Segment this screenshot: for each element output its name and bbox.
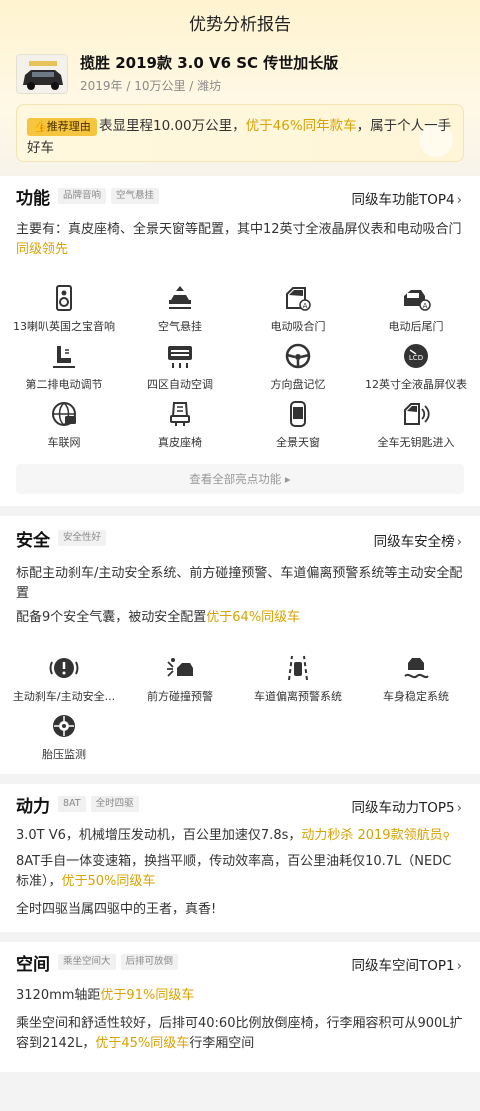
feature-item[interactable]: 空气悬挂 <box>120 284 240 334</box>
power-title: 动力 <box>16 796 50 817</box>
feature-item[interactable]: 第二排电动调节 <box>4 342 124 392</box>
safety-item[interactable]: 前方碰撞预警 <box>120 654 240 704</box>
connected-car-icon <box>49 400 79 428</box>
feature-item[interactable]: 全车无钥匙进入 <box>356 400 476 450</box>
safety-item[interactable]: 车道偏离预警系统 <box>238 654 358 704</box>
safety-item[interactable]: 胎压监测 <box>4 712 124 762</box>
panoramic-sunroof-icon <box>283 400 313 428</box>
space-title: 空间 <box>16 954 50 975</box>
car-thumbnail[interactable] <box>16 54 68 94</box>
collision-warning-icon <box>165 654 195 682</box>
feature-item[interactable]: A 电动后尾门 <box>356 284 476 334</box>
lane-departure-icon <box>283 654 313 682</box>
speaker-icon <box>49 284 79 312</box>
space-card: 空间 乘坐空间大 后排可放倒 同级车空间TOP1 › 3120mm轴距优于91%同… <box>0 942 480 1072</box>
space-desc-cargo: 乘坐空间和舒适性较好，后排可40:60比例放倒座椅，行李厢容积可从900L扩容到… <box>16 1016 463 1051</box>
feature-item[interactable]: 车联网 <box>4 400 124 450</box>
hero-header: 优势分析报告 揽胜 2019款 3.0 V6 SC 传世加长版 2019年 / … <box>0 0 480 178</box>
page-title: 优势分析报告 <box>189 15 291 35</box>
report-page: 优势分析报告 揽胜 2019款 3.0 V6 SC 传世加长版 2019年 / … <box>0 0 480 1111</box>
feature-item[interactable]: 全景天窗 <box>238 400 358 450</box>
feature-item[interactable]: 四区自动空调 <box>120 342 240 392</box>
power-seat-icon <box>49 342 79 370</box>
space-desc-wheelbase: 3120mm轴距优于91%同级车 <box>16 988 195 1003</box>
steering-wheel-icon <box>283 342 313 370</box>
feature-item[interactable]: 方向盘记忆 <box>238 342 358 392</box>
safety-title: 安全 <box>16 530 50 551</box>
svg-text:LCD: LCD <box>409 354 423 362</box>
recommend-reason-box: 表显里程10.00万公里，优于46%同年款车，属于个人一手好车 👍推荐理由 <box>16 104 464 162</box>
thumb-up-icon: 👍 <box>33 120 47 133</box>
soft-close-door-icon: A <box>283 284 313 312</box>
feature-item[interactable]: 13喇叭英国之宝音响 <box>4 284 124 334</box>
leather-seat-icon <box>165 400 195 428</box>
space-chip: 乘坐空间大 <box>58 954 116 970</box>
feature-item[interactable]: LCD 12英寸全液晶屏仪表 <box>356 342 476 392</box>
search-icon: ⚲ <box>442 831 450 842</box>
stability-control-icon <box>401 654 431 682</box>
power-chip: 8AT <box>58 796 86 812</box>
power-compare-link[interactable]: 动力秒杀 2019款领航员⚲ <box>301 828 450 843</box>
safety-chip: 安全性好 <box>58 530 107 546</box>
air-suspension-icon <box>165 284 195 312</box>
power-desc-transmission: 8AT手自一体变速箱，换挡平顺，传动效率高，百公里油耗仅10.7L（NEDC标准… <box>16 854 452 889</box>
feature-item[interactable]: A 电动吸合门 <box>238 284 358 334</box>
power-card: 动力 8AT 全时四驱 同级车动力TOP5 › 3.0T V6，机械增压发动机，百… <box>0 784 480 932</box>
safety-desc-airbags: 配备9个安全气囊，被动安全配置优于64%同级车 <box>16 610 301 625</box>
features-title: 功能 <box>16 188 50 209</box>
feature-item[interactable]: 真皮座椅 <box>120 400 240 450</box>
lcd-dashboard-icon: LCD <box>401 342 431 370</box>
power-chip: 全时四驱 <box>90 796 139 812</box>
safety-item[interactable]: 主动刹车/主动安全... <box>4 654 124 704</box>
view-all-features-button[interactable]: 查看全部亮点功能 ▸ <box>16 464 464 494</box>
features-chip: 品牌音响 <box>58 188 107 204</box>
features-rank-link[interactable]: 同级车功能TOP4 › <box>351 188 462 208</box>
recommend-reason-tag: 👍推荐理由 <box>27 118 97 136</box>
safety-card: 安全 安全性好 同级车安全榜 › 标配主动刹车/主动安全系统、前方碰撞预警、车道偏… <box>0 516 480 774</box>
active-brake-icon <box>49 654 79 682</box>
svg-text:A: A <box>303 302 308 310</box>
features-desc: 主要有：真皮座椅、全景天窗等配置，其中12英寸全液晶屏仪表和电动吸合门同级领先 <box>16 222 462 257</box>
power-desc-engine: 3.0T V6，机械增压发动机，百公里加速仅7.8s，动力秒杀 2019款领航员… <box>16 828 450 843</box>
chevron-right-icon: › <box>456 534 462 550</box>
chevron-right-icon: › <box>456 958 462 974</box>
power-tailgate-icon: A <box>401 284 431 312</box>
tire-pressure-icon <box>49 712 79 740</box>
power-rank-link[interactable]: 同级车动力TOP5 › <box>351 796 462 816</box>
chevron-right-icon: › <box>456 800 462 816</box>
power-desc-4wd: 全时四驱当属四驱中的王者，真香! <box>16 902 217 917</box>
climate-control-icon <box>165 342 195 370</box>
safety-rank-link[interactable]: 同级车安全榜 › <box>374 530 462 550</box>
space-chip: 后排可放倒 <box>120 954 179 970</box>
keyless-entry-icon <box>401 400 431 428</box>
svg-text:A: A <box>423 302 428 310</box>
chevron-right-icon: › <box>456 192 462 208</box>
space-rank-link[interactable]: 同级车空间TOP1 › <box>351 954 462 974</box>
car-meta: 2019年 / 10万公里 / 潍坊 <box>80 79 222 93</box>
car-name: 揽胜 2019款 3.0 V6 SC 传世加长版 <box>80 54 339 72</box>
safety-item[interactable]: 车身稳定系统 <box>356 654 476 704</box>
features-card: 功能 品牌音响 空气悬挂 同级车功能TOP4 › 主要有：真皮座椅、全景天窗等配置… <box>0 176 480 506</box>
safety-desc: 标配主动刹车/主动安全系统、前方碰撞预警、车道偏离预警系统等主动安全配置 <box>16 566 463 601</box>
features-chip: 空气悬挂 <box>111 188 160 204</box>
